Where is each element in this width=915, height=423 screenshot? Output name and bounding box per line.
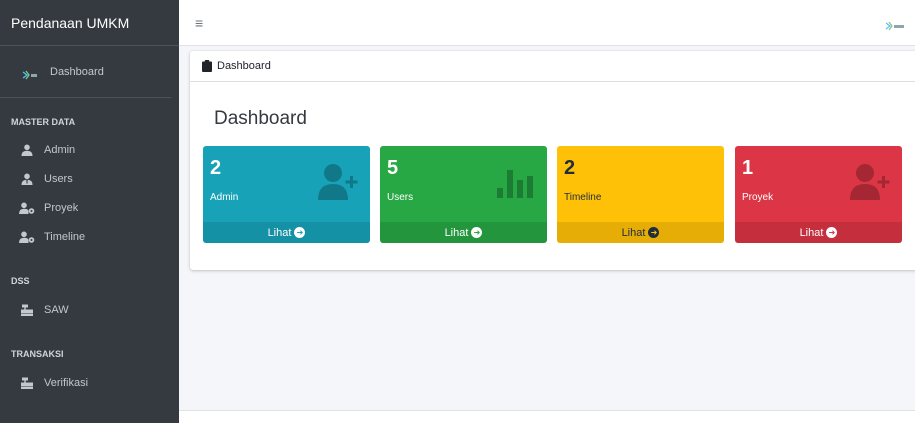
card-header: Dashboard bbox=[190, 51, 915, 82]
sidebar: Pendanaan UMKM Dashboard MASTER DATA Adm… bbox=[0, 0, 179, 423]
box-footer-link[interactable]: Lihat ➜ bbox=[735, 222, 902, 243]
page-title: Dashboard bbox=[214, 108, 307, 129]
small-box-admin: 2 Admin Lihat ➜ bbox=[203, 146, 370, 243]
nav-header-dss: DSS bbox=[11, 276, 30, 286]
cash-register-icon bbox=[19, 376, 35, 390]
user-plus-icon bbox=[318, 162, 358, 202]
box-footer-link[interactable]: Lihat ➜ bbox=[203, 222, 370, 243]
footer-bar bbox=[179, 410, 915, 423]
sidebar-item-label: Users bbox=[44, 172, 73, 185]
brand-title[interactable]: Pendanaan UMKM bbox=[0, 0, 179, 46]
arrow-circle-right-icon: ➜ bbox=[471, 227, 483, 238]
sidebar-item-label: Proyek bbox=[44, 201, 79, 214]
nav-header-transaksi: TRANSAKSI bbox=[11, 349, 64, 359]
box-footer-link[interactable]: Lihat ➜ bbox=[557, 222, 724, 243]
box-label: Timeline bbox=[564, 192, 602, 203]
top-navbar: ≡ bbox=[179, 0, 915, 46]
sidebar-item-label: SAW bbox=[44, 303, 69, 316]
sidebar-item-label: Dashboard bbox=[50, 65, 104, 78]
box-count: 2 bbox=[210, 157, 222, 179]
sidebar-item-dashboard[interactable]: Dashboard bbox=[0, 46, 171, 98]
arrow-circle-right-icon: ➜ bbox=[648, 227, 660, 238]
card-header-title: Dashboard bbox=[217, 60, 271, 72]
nav-header-master-data: MASTER DATA bbox=[11, 117, 76, 127]
footer-label: Lihat bbox=[621, 226, 646, 239]
sidebar-item-label: Verifikasi bbox=[44, 376, 89, 389]
box-label: Users bbox=[387, 192, 414, 203]
hamburger-menu-icon[interactable]: ≡ bbox=[195, 15, 203, 31]
small-box-users: 5 Users Lihat ➜ bbox=[380, 146, 547, 243]
footer-label: Lihat bbox=[799, 226, 824, 239]
box-count: 1 bbox=[742, 157, 754, 179]
clipboard-icon bbox=[202, 60, 212, 72]
footer-label: Lihat bbox=[267, 226, 292, 239]
box-label: Admin bbox=[210, 192, 239, 203]
umkm-logo-icon bbox=[22, 67, 38, 79]
box-count: 5 bbox=[387, 157, 399, 179]
umkm-logo-icon[interactable] bbox=[885, 18, 905, 31]
sidebar-item-admin[interactable]: Admin bbox=[0, 135, 179, 164]
cash-register-icon bbox=[19, 303, 35, 317]
footer-label: Lihat bbox=[444, 226, 469, 239]
sidebar-item-saw[interactable]: SAW bbox=[0, 295, 179, 324]
small-box-proyek: 1 Proyek Lihat ➜ bbox=[735, 146, 902, 243]
sidebar-item-label: Timeline bbox=[44, 230, 86, 243]
sidebar-item-label: Admin bbox=[44, 143, 76, 156]
sidebar-item-proyek[interactable]: Proyek bbox=[0, 193, 179, 222]
bar-chart-icon bbox=[495, 162, 535, 202]
dashboard-card: Dashboard Dashboard 2 Admin Lihat ➜ 5 Us… bbox=[190, 51, 915, 270]
sidebar-item-timeline[interactable]: Timeline bbox=[0, 222, 179, 251]
arrow-circle-right-icon: ➜ bbox=[826, 227, 838, 238]
box-label: Proyek bbox=[742, 192, 774, 203]
users-cog-icon bbox=[19, 201, 35, 215]
box-count: 2 bbox=[564, 157, 576, 179]
arrow-circle-right-icon: ➜ bbox=[294, 227, 306, 238]
users-cog-icon bbox=[19, 230, 35, 244]
user-icon bbox=[19, 143, 35, 157]
user-plus-icon bbox=[850, 162, 890, 202]
sidebar-item-users[interactable]: Users bbox=[0, 164, 179, 193]
box-footer-link[interactable]: Lihat ➜ bbox=[380, 222, 547, 243]
small-box-timeline: 2 Timeline Lihat ➜ bbox=[557, 146, 724, 243]
sidebar-item-verifikasi[interactable]: Verifikasi bbox=[0, 368, 179, 397]
user-tie-icon bbox=[19, 172, 35, 186]
